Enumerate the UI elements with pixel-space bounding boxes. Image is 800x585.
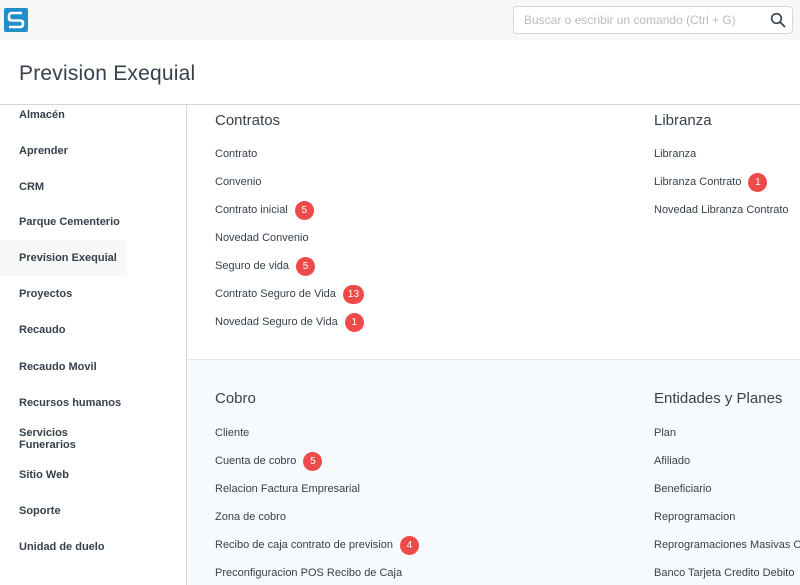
sidebar-item-almacen[interactable]: Almacén: [0, 97, 127, 133]
count-badge: 5: [303, 451, 323, 471]
link-contrato-inicial[interactable]: Contrato inicial 5: [215, 200, 314, 220]
link-label: Banco Tarjeta Credito Debito: [654, 567, 795, 579]
top-navbar: [0, 0, 800, 40]
entidades-heading: Entidades y Planes: [654, 390, 783, 407]
link-label: Relacion Factura Empresarial: [215, 483, 360, 495]
link-novedad-convenio[interactable]: Novedad Convenio: [215, 228, 309, 248]
sidebar: Almacén Aprender CRM Parque Cementerio P…: [0, 105, 187, 585]
sidebar-item-proyectos[interactable]: Proyectos: [0, 276, 127, 312]
link-label: Novedad Seguro de Vida: [215, 316, 338, 328]
link-libranza-contrato[interactable]: Libranza Contrato 1: [654, 172, 768, 192]
link-label: Novedad Convenio: [215, 232, 309, 244]
link-label: Libranza: [654, 148, 697, 160]
count-badge: 5: [296, 256, 315, 276]
link-banco-tarjeta[interactable]: Banco Tarjeta Credito Debito: [654, 563, 794, 583]
link-label: Plan: [654, 427, 677, 439]
libranza-heading: Libranza: [654, 112, 712, 129]
link-contrato-seguro-de-vida[interactable]: Contrato Seguro de Vida 13: [215, 284, 365, 304]
link-novedad-seguro-de-vida[interactable]: Novedad Seguro de Vida 1: [215, 312, 364, 332]
link-label: Reprogramaciones Masivas C: [654, 539, 800, 551]
sidebar-item-prevision-exequial[interactable]: Prevision Exequial: [0, 240, 127, 276]
link-label: Novedad Libranza Contrato: [654, 204, 789, 216]
link-label: Cuenta de cobro: [215, 455, 297, 467]
link-libranza[interactable]: Libranza: [654, 144, 696, 164]
link-preconfiguracion-pos[interactable]: Preconfiguracion POS Recibo de Caja: [215, 563, 402, 583]
count-badge: 13: [342, 284, 365, 304]
link-cuenta-de-cobro[interactable]: Cuenta de cobro 5: [215, 451, 323, 471]
link-label: Contrato Seguro de Vida: [215, 288, 336, 300]
link-label: Zona de cobro: [215, 511, 286, 523]
link-label: Reprogramacion: [654, 511, 736, 523]
link-afiliado[interactable]: Afiliado: [654, 451, 690, 471]
sidebar-item-soporte[interactable]: Soporte: [0, 493, 127, 529]
count-badge: 1: [748, 172, 768, 192]
link-beneficiario[interactable]: Beneficiario: [654, 479, 711, 499]
link-label: Contrato: [215, 148, 258, 160]
link-label: Afiliado: [654, 455, 691, 467]
link-zona-de-cobro[interactable]: Zona de cobro: [215, 507, 286, 527]
sidebar-item-recaudo[interactable]: Recaudo: [0, 312, 127, 348]
link-label: Recibo de caja contrato de prevision: [215, 539, 393, 551]
page-title: Prevision Exequial: [19, 62, 196, 85]
contratos-heading: Contratos: [215, 112, 281, 129]
link-relacion-factura-empresarial[interactable]: Relacion Factura Empresarial: [215, 479, 360, 499]
link-label: Contrato inicial: [215, 204, 288, 216]
link-seguro-de-vida[interactable]: Seguro de vida 5: [215, 256, 315, 276]
link-recibo-de-caja-contrato[interactable]: Recibo de caja contrato de prevision 4: [215, 535, 419, 555]
sidebar-item-aprender[interactable]: Aprender: [0, 133, 127, 169]
count-badge: 1: [344, 312, 364, 332]
link-label: Beneficiario: [654, 483, 712, 495]
sidebar-item-servicios-funerarios[interactable]: Servicios Funerarios: [0, 421, 127, 457]
link-plan[interactable]: Plan: [654, 423, 676, 443]
count-badge: 5: [294, 200, 314, 220]
link-contrato[interactable]: Contrato: [215, 144, 257, 164]
sidebar-item-crm[interactable]: CRM: [0, 169, 127, 205]
count-badge: 4: [399, 535, 419, 555]
search-icon[interactable]: [770, 12, 786, 28]
sidebar-item-sitio-web[interactable]: Sitio Web: [0, 457, 127, 493]
search-input[interactable]: [514, 7, 764, 33]
link-label: Cliente: [215, 427, 250, 439]
link-cliente[interactable]: Cliente: [215, 423, 249, 443]
section-cobro-entidades: Cobro Cliente Cuenta de cobro 5 Relacion …: [187, 361, 800, 585]
link-novedad-libranza-contrato[interactable]: Novedad Libranza Contrato: [654, 200, 789, 220]
app-logo-icon[interactable]: [4, 8, 28, 32]
link-label: Libranza Contrato: [654, 176, 742, 188]
sidebar-item-recaudo-movil[interactable]: Recaudo Movil: [0, 349, 127, 385]
link-convenio[interactable]: Convenio: [215, 172, 261, 192]
section-contratos-libranza: Contratos Contrato Convenio Contrato ini…: [187, 105, 800, 360]
search-box[interactable]: [513, 6, 793, 34]
sidebar-item-unidad-de-duelo[interactable]: Unidad de duelo: [0, 529, 127, 565]
link-label: Preconfiguracion POS Recibo de Caja: [215, 567, 403, 579]
link-reprogramacion[interactable]: Reprogramacion: [654, 507, 735, 527]
link-label: Seguro de vida: [215, 260, 289, 272]
sidebar-item-parque-cementerio[interactable]: Parque Cementerio: [0, 204, 127, 240]
link-label: Convenio: [215, 176, 262, 188]
link-reprogramaciones-masivas[interactable]: Reprogramaciones Masivas C: [654, 535, 800, 555]
cobro-heading: Cobro: [215, 390, 256, 407]
sidebar-item-recursos-humanos[interactable]: Recursos humanos: [0, 385, 127, 421]
